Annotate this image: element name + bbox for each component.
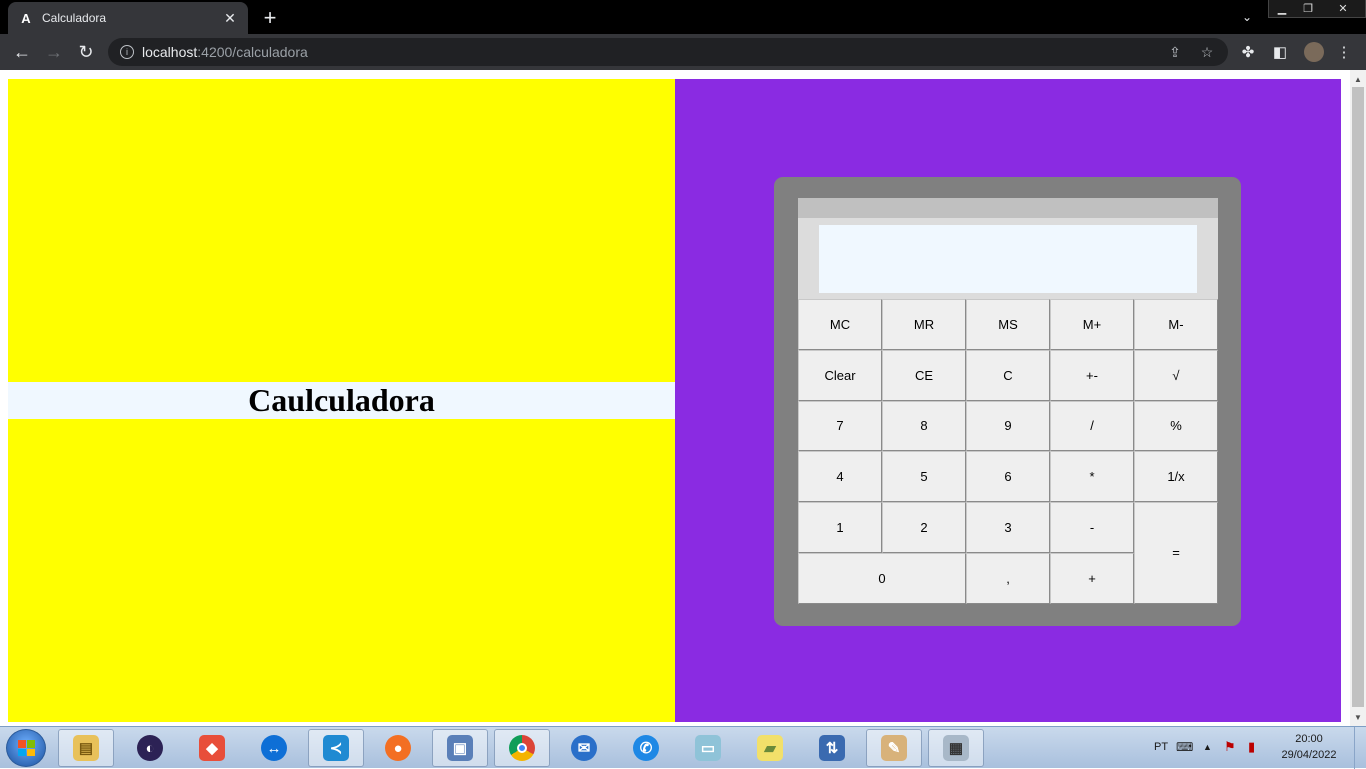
key-clear[interactable]: Clear <box>798 349 882 401</box>
key-c[interactable]: C <box>966 349 1050 401</box>
calculator-header <box>798 198 1218 218</box>
key-1[interactable]: 1 <box>798 502 882 553</box>
reload-icon[interactable]: ↻ <box>74 40 98 64</box>
share-icon[interactable]: ⇪ <box>1164 38 1186 66</box>
window-controls: ▁ ❐ ✕ <box>1268 0 1366 18</box>
notepad-icon[interactable]: ▭ <box>680 729 736 767</box>
file-explorer-icon[interactable]: ▤ <box>58 729 114 767</box>
url-host: localhost <box>142 44 198 60</box>
tab-search-icon[interactable]: ⌄ <box>1236 6 1258 28</box>
start-button[interactable] <box>6 729 46 767</box>
key-multiply[interactable]: * <box>1050 451 1134 503</box>
git-icon[interactable]: ◆ <box>184 729 240 767</box>
paint-icon[interactable]: ✎ <box>866 729 922 767</box>
key-3[interactable]: 3 <box>966 502 1050 553</box>
taskbar: ▤ ◐ ◆ ↔ ≺ ● ▣ ✉ ✆ ▭ ▰ ⇅ ✎ ▦ PT ⌨ ▲ ⚑ ▮ 2… <box>0 726 1366 769</box>
browser-tabstrip: A Calculadora ✕ + ⌄ ▁ ❐ ✕ <box>0 0 1366 34</box>
back-icon[interactable]: ← <box>10 40 34 64</box>
calculator-display <box>819 225 1197 293</box>
browser-toolbar: ← → ↻ i localhost:4200/calculadora ⇪ ☆ ✤… <box>0 34 1366 70</box>
scroll-up-icon[interactable]: ▲ <box>1350 72 1366 86</box>
address-bar[interactable]: i localhost:4200/calculadora ⇪ ☆ <box>108 38 1228 66</box>
clock-time: 20:00 <box>1295 733 1323 745</box>
side-panel-icon[interactable]: ◧ <box>1268 40 1292 64</box>
close-window-button[interactable]: ✕ <box>1321 0 1365 17</box>
network-icon[interactable]: ⇅ <box>804 729 860 767</box>
key-4[interactable]: 4 <box>798 451 882 503</box>
teamviewer-icon[interactable]: ↔ <box>246 729 302 767</box>
key-0[interactable]: 0 <box>798 552 966 604</box>
key-m-plus[interactable]: M+ <box>1050 299 1134 350</box>
key-5[interactable]: 5 <box>882 451 966 503</box>
key-ce[interactable]: CE <box>882 349 966 401</box>
remote-desktop-icon[interactable]: ▣ <box>432 729 488 767</box>
key-ms[interactable]: MS <box>966 299 1050 350</box>
calculator-keypad: MC MR MS M+ M- Clear CE C +- √ 7 8 9 / %… <box>798 299 1218 604</box>
key-7[interactable]: 7 <box>798 400 882 452</box>
extensions-icon[interactable]: ✤ <box>1236 40 1260 64</box>
scroll-down-icon[interactable]: ▼ <box>1350 710 1366 724</box>
browser-tab[interactable]: A Calculadora ✕ <box>8 2 248 34</box>
key-6[interactable]: 6 <box>966 451 1050 503</box>
scrollbar-thumb[interactable] <box>1352 87 1364 707</box>
close-tab-icon[interactable]: ✕ <box>222 10 238 26</box>
key-plus[interactable]: + <box>1050 552 1134 604</box>
key-sqrt[interactable]: √ <box>1134 349 1218 401</box>
key-decimal[interactable]: , <box>966 552 1050 604</box>
vertical-scrollbar[interactable]: ▲ ▼ <box>1350 70 1366 726</box>
key-reciprocal[interactable]: 1/x <box>1134 451 1218 503</box>
tray-expand-icon[interactable]: ▲ <box>1203 727 1212 767</box>
show-desktop-button[interactable] <box>1354 727 1366 769</box>
minimize-button[interactable]: ▁ <box>1269 0 1295 17</box>
key-9[interactable]: 9 <box>966 400 1050 452</box>
tab-title: Calculadora <box>42 11 107 25</box>
key-plus-minus[interactable]: +- <box>1050 349 1134 401</box>
key-percent[interactable]: % <box>1134 400 1218 452</box>
calculator-app-icon[interactable]: ▦ <box>928 729 984 767</box>
key-divide[interactable]: / <box>1050 400 1134 452</box>
action-center-icon[interactable]: ⚑ <box>1224 727 1236 767</box>
url-path: :4200/calculadora <box>197 44 308 60</box>
right-panel: MC MR MS M+ M- Clear CE C +- √ 7 8 9 / %… <box>675 79 1341 722</box>
angular-favicon-icon: A <box>21 10 31 26</box>
menu-icon[interactable]: ⋮ <box>1332 40 1356 64</box>
taskbar-clock[interactable]: 20:00 29/04/2022 <box>1272 731 1346 763</box>
key-equals[interactable]: = <box>1134 502 1218 604</box>
vscode-icon[interactable]: ≺ <box>308 729 364 767</box>
title-banner: Caulculadora <box>8 382 675 419</box>
key-mc[interactable]: MC <box>798 299 882 350</box>
key-minus[interactable]: - <box>1050 502 1134 553</box>
windows-logo-icon <box>18 740 35 756</box>
keyboard-icon[interactable]: ⌨ <box>1176 727 1193 767</box>
forward-icon[interactable]: → <box>42 40 66 64</box>
power-icon[interactable]: ▮ <box>1248 727 1255 767</box>
bookmark-star-icon[interactable]: ☆ <box>1196 38 1218 66</box>
restore-button[interactable]: ❐ <box>1295 0 1321 17</box>
site-info-icon[interactable]: i <box>120 45 134 59</box>
thunderbird-icon[interactable]: ✉ <box>556 729 612 767</box>
language-indicator[interactable]: PT <box>1154 727 1168 767</box>
left-panel: Caulculadora <box>8 79 675 722</box>
key-m-minus[interactable]: M- <box>1134 299 1218 350</box>
chrome-icon[interactable] <box>494 729 550 767</box>
key-8[interactable]: 8 <box>882 400 966 452</box>
phone-icon[interactable]: ✆ <box>618 729 674 767</box>
page-title: Caulculadora <box>248 382 435 418</box>
page-viewport: Caulculadora MC MR MS M+ M- Clear CE C +… <box>0 70 1350 726</box>
firefox-icon[interactable]: ● <box>370 729 426 767</box>
sticky-notes-icon[interactable]: ▰ <box>742 729 798 767</box>
new-tab-button[interactable]: + <box>258 5 282 30</box>
key-mr[interactable]: MR <box>882 299 966 350</box>
profile-avatar[interactable] <box>1304 42 1324 62</box>
key-2[interactable]: 2 <box>882 502 966 553</box>
clock-date: 29/04/2022 <box>1281 749 1337 761</box>
eclipse-icon[interactable]: ◐ <box>122 729 178 767</box>
calculator-screen-frame <box>798 218 1218 299</box>
calculator: MC MR MS M+ M- Clear CE C +- √ 7 8 9 / %… <box>774 177 1241 626</box>
